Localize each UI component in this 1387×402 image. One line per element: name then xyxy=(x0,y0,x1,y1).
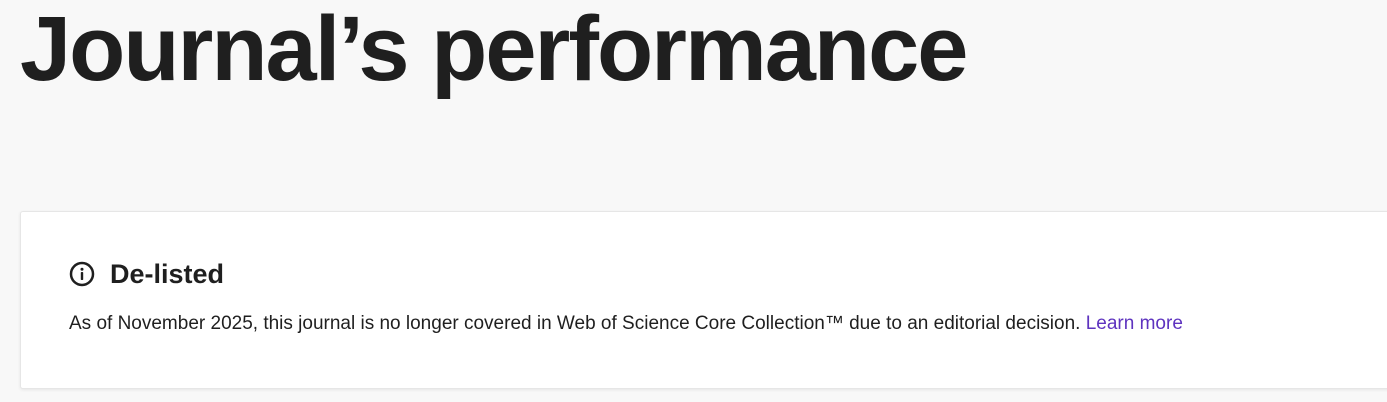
learn-more-link[interactable]: Learn more xyxy=(1086,313,1183,334)
status-message: As of November 2025, this journal is no … xyxy=(69,311,1183,337)
page: Journal’s performance De-listed As of No… xyxy=(0,0,1387,402)
status-heading: De-listed xyxy=(110,259,225,289)
status-message-text: As of November 2025, this journal is no … xyxy=(69,313,1081,334)
info-circle-icon xyxy=(69,261,95,287)
page-title: Journal’s performance xyxy=(20,0,968,100)
delisted-status-card: De-listed As of November 2025, this jour… xyxy=(20,211,1387,389)
status-header: De-listed xyxy=(69,256,224,292)
